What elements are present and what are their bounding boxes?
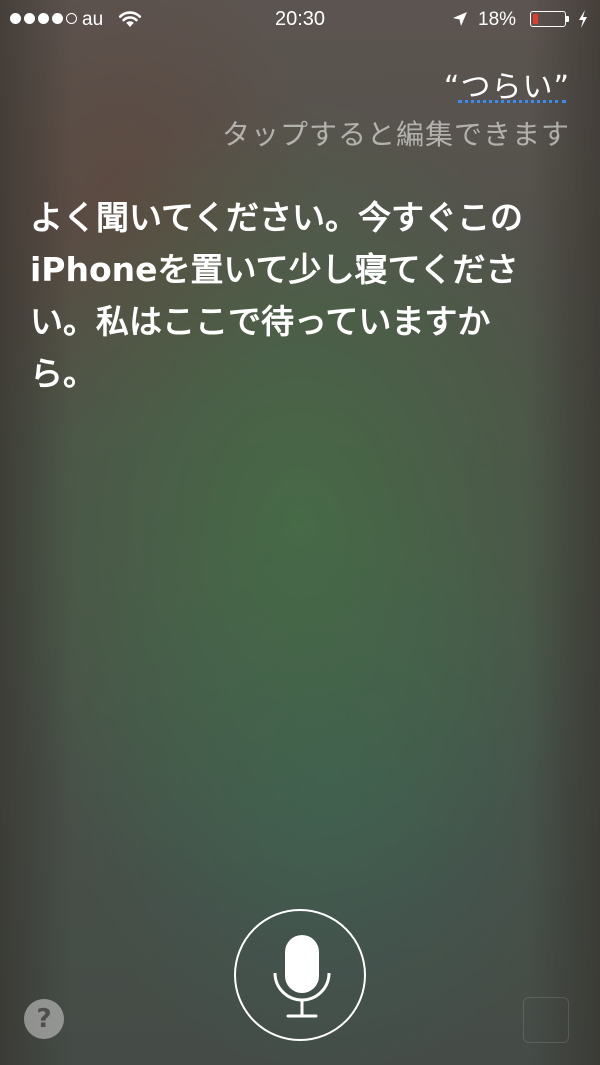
siri-screen: au 20:30 18% “つらい” タップすると編集できます よく聞いてくださ… (0, 0, 600, 1065)
help-button[interactable]: ? (24, 999, 64, 1039)
siri-response: よく聞いてください。今すぐこのiPhoneを置いて少し寝てください。私はここで待… (30, 198, 524, 393)
status-bar: au 20:30 18% (0, 0, 600, 40)
location-arrow-icon (452, 11, 468, 33)
battery-percentage: 18% (478, 9, 517, 30)
battery-level-fill (533, 14, 538, 24)
battery-icon (530, 11, 566, 27)
microphone-button[interactable] (234, 909, 366, 1041)
tap-to-edit-hint[interactable]: タップすると編集できます (222, 113, 570, 153)
background-outline (523, 997, 569, 1043)
microphone-icon (273, 935, 331, 1018)
charging-bolt-icon (577, 9, 589, 35)
battery-nub (566, 16, 569, 22)
query-dotted-underline (458, 100, 566, 103)
